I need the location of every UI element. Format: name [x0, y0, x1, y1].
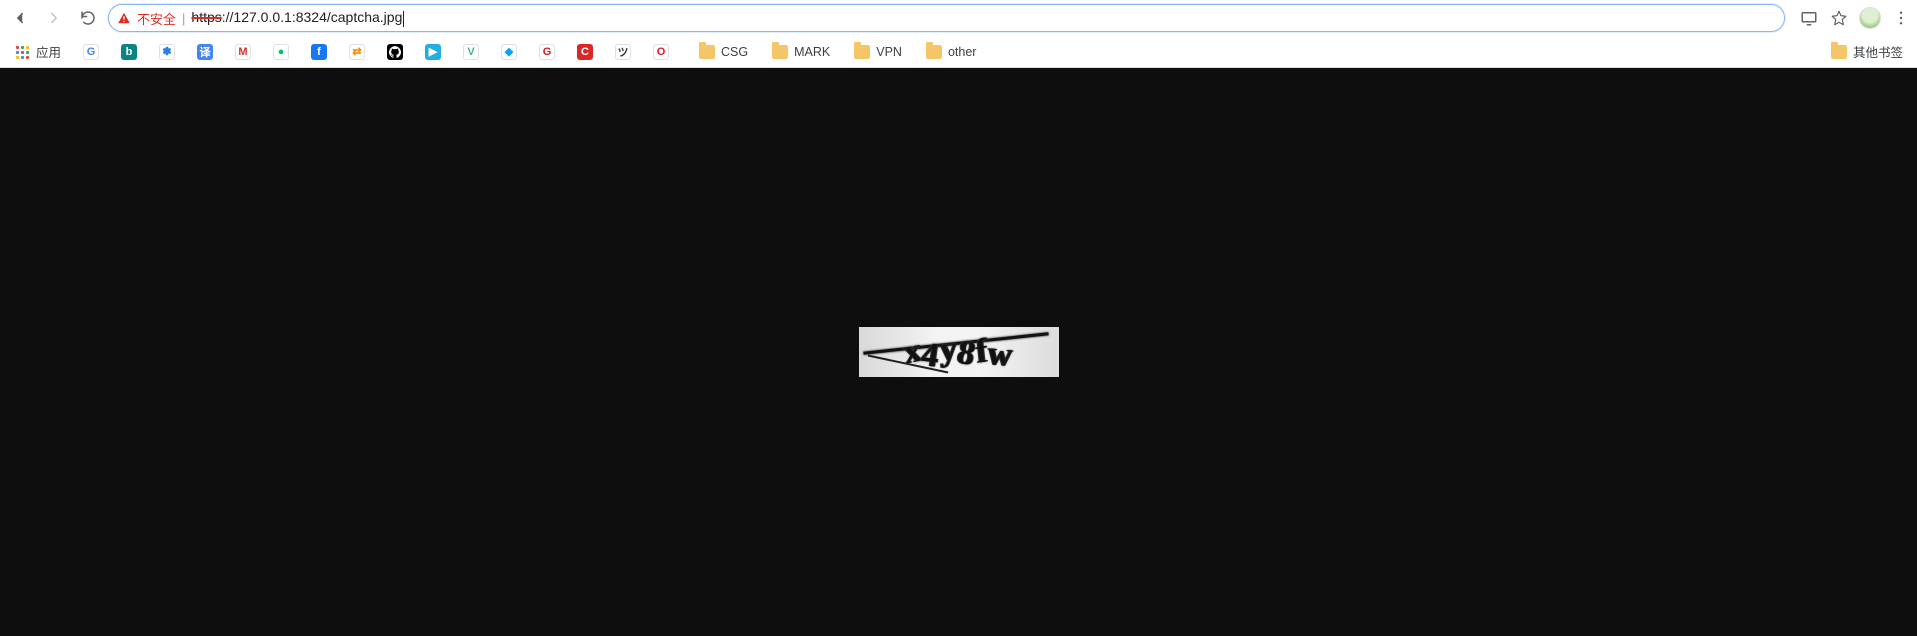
folder-label: MARK — [794, 45, 830, 59]
bookmarks-bar: 应用 Gb ✽ 译 M ● f ⇄ ▶ V ◆ G C ツ O CSG MARK VPN other 其他书签 — [0, 36, 1917, 68]
github-icon — [387, 44, 403, 60]
folder-icon — [1831, 45, 1847, 59]
folder-icon — [854, 45, 870, 59]
google-icon: G — [83, 44, 99, 60]
bookmark-folder-vpn[interactable]: VPN — [850, 43, 906, 61]
arrow-left-icon — [11, 9, 29, 27]
folder-icon — [926, 45, 942, 59]
vue-icon: V — [463, 44, 479, 60]
bookmark-opera[interactable]: O — [649, 42, 673, 62]
bilibili-icon: ▶ — [425, 44, 441, 60]
folder-label: other — [948, 45, 977, 59]
bookmark-gmail[interactable]: M — [231, 42, 255, 62]
other-bookmarks[interactable]: 其他书签 — [1827, 40, 1907, 63]
bookmark-baidu[interactable]: ✽ — [155, 42, 179, 62]
folder-label: CSG — [721, 45, 748, 59]
url-text: https://127.0.0.1:8324/captcha.jpg — [191, 9, 404, 26]
star-icon[interactable] — [1829, 8, 1849, 28]
bookmark-github[interactable] — [383, 42, 407, 62]
apps-shortcut[interactable]: 应用 — [10, 40, 65, 63]
folder-icon — [699, 45, 715, 59]
apps-grid-icon — [14, 44, 30, 60]
menu-button[interactable] — [1891, 8, 1911, 28]
opera-icon: O — [653, 44, 669, 60]
bookmark-translate[interactable]: 译 — [193, 42, 217, 62]
bookmark-wechat[interactable]: ● — [269, 42, 293, 62]
desktop-icon[interactable] — [1799, 8, 1819, 28]
jianshu-icon: ツ — [615, 44, 631, 60]
toolbar-right-controls — [1799, 7, 1911, 29]
insecure-icon — [117, 11, 131, 25]
arrow-right-icon — [45, 9, 63, 27]
security-label: 不安全 — [137, 9, 176, 28]
bookmark-folder-mark[interactable]: MARK — [768, 43, 834, 61]
browser-toolbar: 不安全 | https://127.0.0.1:8324/captcha.jpg — [0, 0, 1917, 36]
bookmark-vue[interactable]: V — [459, 42, 483, 62]
separator-pipe: | — [182, 11, 185, 26]
facebook-icon: f — [311, 44, 327, 60]
bookmark-folder-csg[interactable]: CSG — [695, 43, 752, 61]
gmail-icon: M — [235, 44, 251, 60]
reload-icon — [79, 9, 97, 27]
reload-button[interactable] — [74, 4, 102, 32]
bookmark-diamond[interactable]: ◆ — [497, 42, 521, 62]
folder-label: VPN — [876, 45, 902, 59]
bookmark-csdn[interactable]: C — [573, 42, 597, 62]
folder-icon — [772, 45, 788, 59]
baidu-icon: ✽ — [159, 44, 175, 60]
csdn-icon: C — [577, 44, 593, 60]
bookmark-bilibili[interactable]: ▶ — [421, 42, 445, 62]
page-viewport: x4y8fw — [0, 68, 1917, 636]
captcha-text: x4y8fw — [903, 333, 1014, 371]
gitee-icon: G — [539, 44, 555, 60]
url-scheme: https — [191, 9, 221, 25]
captcha-image: x4y8fw — [859, 327, 1059, 377]
bookmark-bing[interactable]: b — [117, 42, 141, 62]
forward-button[interactable] — [40, 4, 68, 32]
back-button[interactable] — [6, 4, 34, 32]
text-caret — [403, 11, 404, 27]
bing-icon: b — [121, 44, 137, 60]
bookmark-google[interactable]: G — [79, 42, 103, 62]
diamond-icon: ◆ — [501, 44, 517, 60]
url-remainder: ://127.0.0.1:8324/captcha.jpg — [222, 9, 403, 25]
bookmark-link[interactable]: ⇄ — [345, 42, 369, 62]
bookmark-gitee[interactable]: G — [535, 42, 559, 62]
translate-icon: 译 — [197, 44, 213, 60]
address-bar[interactable]: 不安全 | https://127.0.0.1:8324/captcha.jpg — [108, 4, 1785, 32]
wechat-icon: ● — [273, 44, 289, 60]
bookmark-facebook[interactable]: f — [307, 42, 331, 62]
apps-label: 应用 — [36, 42, 61, 61]
bookmark-jianshu[interactable]: ツ — [611, 42, 635, 62]
bookmark-folder-other[interactable]: other — [922, 43, 981, 61]
link-icon: ⇄ — [349, 44, 365, 60]
profile-avatar[interactable] — [1859, 7, 1881, 29]
other-bookmarks-label: 其他书签 — [1853, 42, 1903, 61]
